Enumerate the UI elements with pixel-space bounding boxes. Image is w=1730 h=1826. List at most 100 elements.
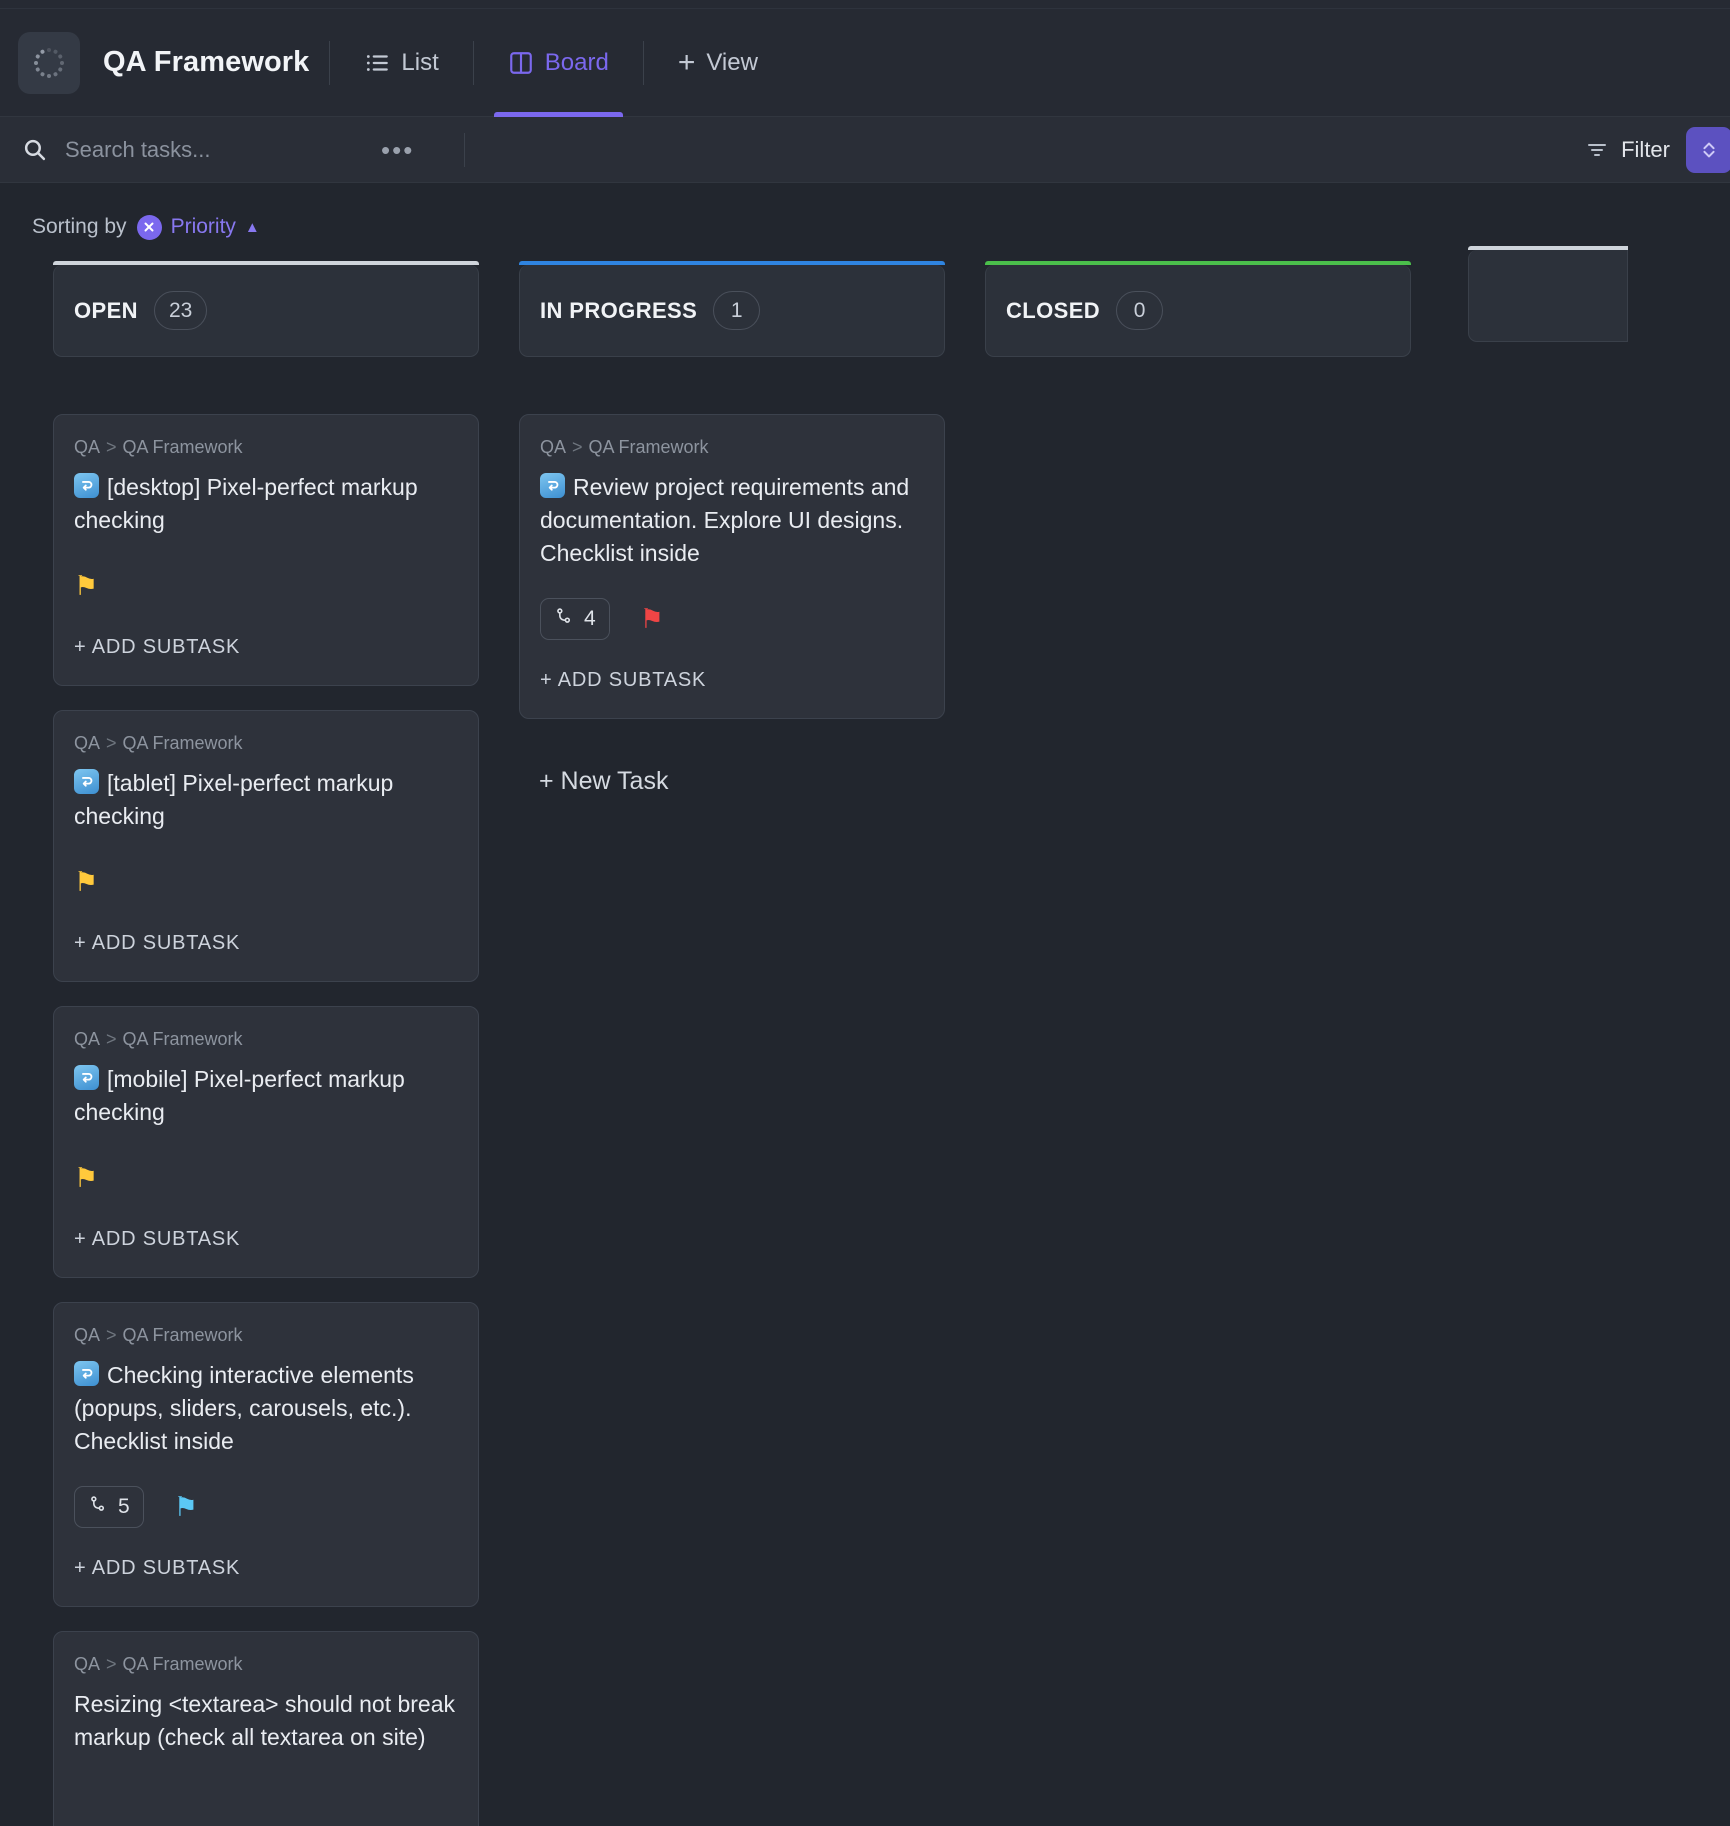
priority-flag-icon[interactable]: ⚑ [74,868,98,896]
board-icon [508,50,534,76]
toolbar: ••• Filter [0,117,1730,183]
column-closed: CLOSED 0 [985,261,1411,414]
add-subtask-button[interactable]: + ADD SUBTASK [540,642,924,718]
task-meta-row [74,1780,458,1826]
priority-flag-icon[interactable]: ⚑ [640,605,664,633]
header-divider-2 [472,40,474,85]
task-card[interactable]: QA > QA Framework [mobile] Pixel-perfect ma… [53,1006,479,1278]
task-card[interactable]: QA > QA Framework Checking interactive elem… [53,1302,479,1607]
search-input[interactable] [65,136,355,163]
breadcrumb: QA > QA Framework [74,733,458,754]
breadcrumb-leaf[interactable]: QA Framework [123,1325,243,1345]
column-card-list: QA > QA Framework [desktop] Pixel-perfect m… [53,357,479,1826]
breadcrumb-separator-icon: > [106,733,117,753]
task-card[interactable]: QA > QA Framework Resizing <textarea> shoul… [53,1631,479,1826]
column-count-badge: 23 [153,291,208,330]
breadcrumb-separator-icon: > [106,437,117,457]
add-subtask-button[interactable]: + ADD SUBTASK [74,1530,458,1606]
priority-flag-icon[interactable]: ⚑ [74,1164,98,1192]
task-meta-row: 5 ⚑ [74,1484,458,1530]
tab-board[interactable]: Board [493,9,623,117]
subtask-count: 4 [584,607,596,630]
breadcrumb-separator-icon: > [106,1654,117,1674]
toolbar-divider [464,132,466,167]
column-title: OPEN [74,297,138,323]
tab-list[interactable]: List [350,9,452,117]
priority-flag-icon[interactable]: ⚑ [174,1493,198,1521]
toolbar-right-group: Filter [1585,126,1730,173]
column-count-badge: 1 [713,291,761,330]
tab-add-view-label: View [706,48,758,76]
plus-icon: + [677,45,696,79]
sort-toggle-button[interactable] [1686,126,1730,173]
column-in-progress: IN PROGRESS 1 QA > QA Framework Review projec… [519,261,945,796]
filter-button[interactable]: Filter [1585,137,1670,163]
tab-add-view[interactable]: + View [664,9,772,117]
subtask-count: 5 [118,1495,130,1518]
breadcrumb-leaf[interactable]: QA Framework [589,437,709,457]
breadcrumb: QA > QA Framework [74,1654,458,1675]
page-title: QA Framework [103,46,310,78]
search-icon [22,137,47,162]
priority-flag-icon[interactable]: ⚑ [74,572,98,600]
breadcrumb: QA > QA Framework [74,1029,458,1050]
task-title: Review project requirements and document… [540,474,910,566]
task-title-row: [desktop] Pixel-perfect markup checking [74,471,458,537]
breadcrumb-leaf[interactable]: QA Framework [123,437,243,457]
column-open: OPEN 23 QA > QA Framework [desktop] Pixel-per… [53,261,479,1826]
window-top-strip [0,0,1730,9]
breadcrumb-root[interactable]: QA [540,437,566,457]
add-subtask-button[interactable]: + ADD SUBTASK [74,1201,458,1277]
column-accent-bar [519,261,945,265]
column-header[interactable]: CLOSED 0 [985,261,1411,357]
task-title-row: [mobile] Pixel-perfect markup checking [74,1063,458,1129]
breadcrumb-root[interactable]: QA [74,733,100,753]
breadcrumb-root[interactable]: QA [74,1325,100,1345]
sort-field-chip[interactable]: Priority ▲ [136,214,260,240]
caret-up-icon[interactable]: ▲ [245,220,260,235]
task-type-icon [540,473,565,498]
breadcrumb-root[interactable]: QA [74,437,100,457]
task-title-row: [tablet] Pixel-perfect markup checking [74,767,458,833]
breadcrumb-root[interactable]: QA [74,1654,100,1674]
task-title-row: Checking interactive elements (popups, s… [74,1359,458,1458]
ellipsis-icon[interactable]: ••• [373,137,422,163]
task-title: [desktop] Pixel-perfect markup checking [74,474,418,533]
breadcrumb-root[interactable]: QA [74,1029,100,1049]
column-accent-bar [985,261,1411,265]
breadcrumb: QA > QA Framework [540,437,924,458]
filter-label: Filter [1621,136,1670,162]
task-meta-row: 4 ⚑ [540,596,924,642]
tab-board-label: Board [544,48,609,76]
board-columns: OPEN 23 QA > QA Framework [desktop] Pixel-per… [0,245,1730,1826]
column-card-list [985,357,1411,414]
column-title: IN PROGRESS [540,297,698,323]
add-subtask-button[interactable]: + ADD SUBTASK [74,905,458,981]
task-meta-row: ⚑ [74,1155,458,1201]
column-header[interactable]: OPEN 23 [53,261,479,357]
close-circle-icon[interactable] [136,214,162,240]
task-title-row: Review project requirements and document… [540,471,924,570]
task-card[interactable]: QA > QA Framework [desktop] Pixel-perfect m… [53,414,479,686]
add-subtask-button[interactable]: + ADD SUBTASK [74,609,458,685]
workspace-logo[interactable] [18,31,80,94]
column-partial-header [1468,246,1628,342]
new-task-button[interactable]: + New Task [519,743,945,796]
subtask-count-badge[interactable]: 4 [540,598,610,640]
breadcrumb-leaf[interactable]: QA Framework [123,733,243,753]
breadcrumb-leaf[interactable]: QA Framework [123,1654,243,1674]
task-title: [tablet] Pixel-perfect markup checking [74,770,394,829]
subtask-count-badge[interactable]: 5 [74,1486,144,1528]
task-type-icon [74,1065,99,1090]
column-count-badge: 0 [1116,291,1164,330]
task-title: [mobile] Pixel-perfect markup checking [74,1066,405,1125]
breadcrumb-leaf[interactable]: QA Framework [123,1029,243,1049]
column-header[interactable]: IN PROGRESS 1 [519,261,945,357]
task-card[interactable]: QA > QA Framework [tablet] Pixel-perfect ma… [53,710,479,982]
task-type-icon [74,769,99,794]
column-card-list: QA > QA Framework Review project requiremen… [519,357,945,796]
breadcrumb: QA > QA Framework [74,1325,458,1346]
header-divider [329,40,331,85]
board-app: QA Framework List Board + View Search ta… [0,0,1730,1826]
task-card[interactable]: QA > QA Framework Review project requiremen… [519,414,945,719]
